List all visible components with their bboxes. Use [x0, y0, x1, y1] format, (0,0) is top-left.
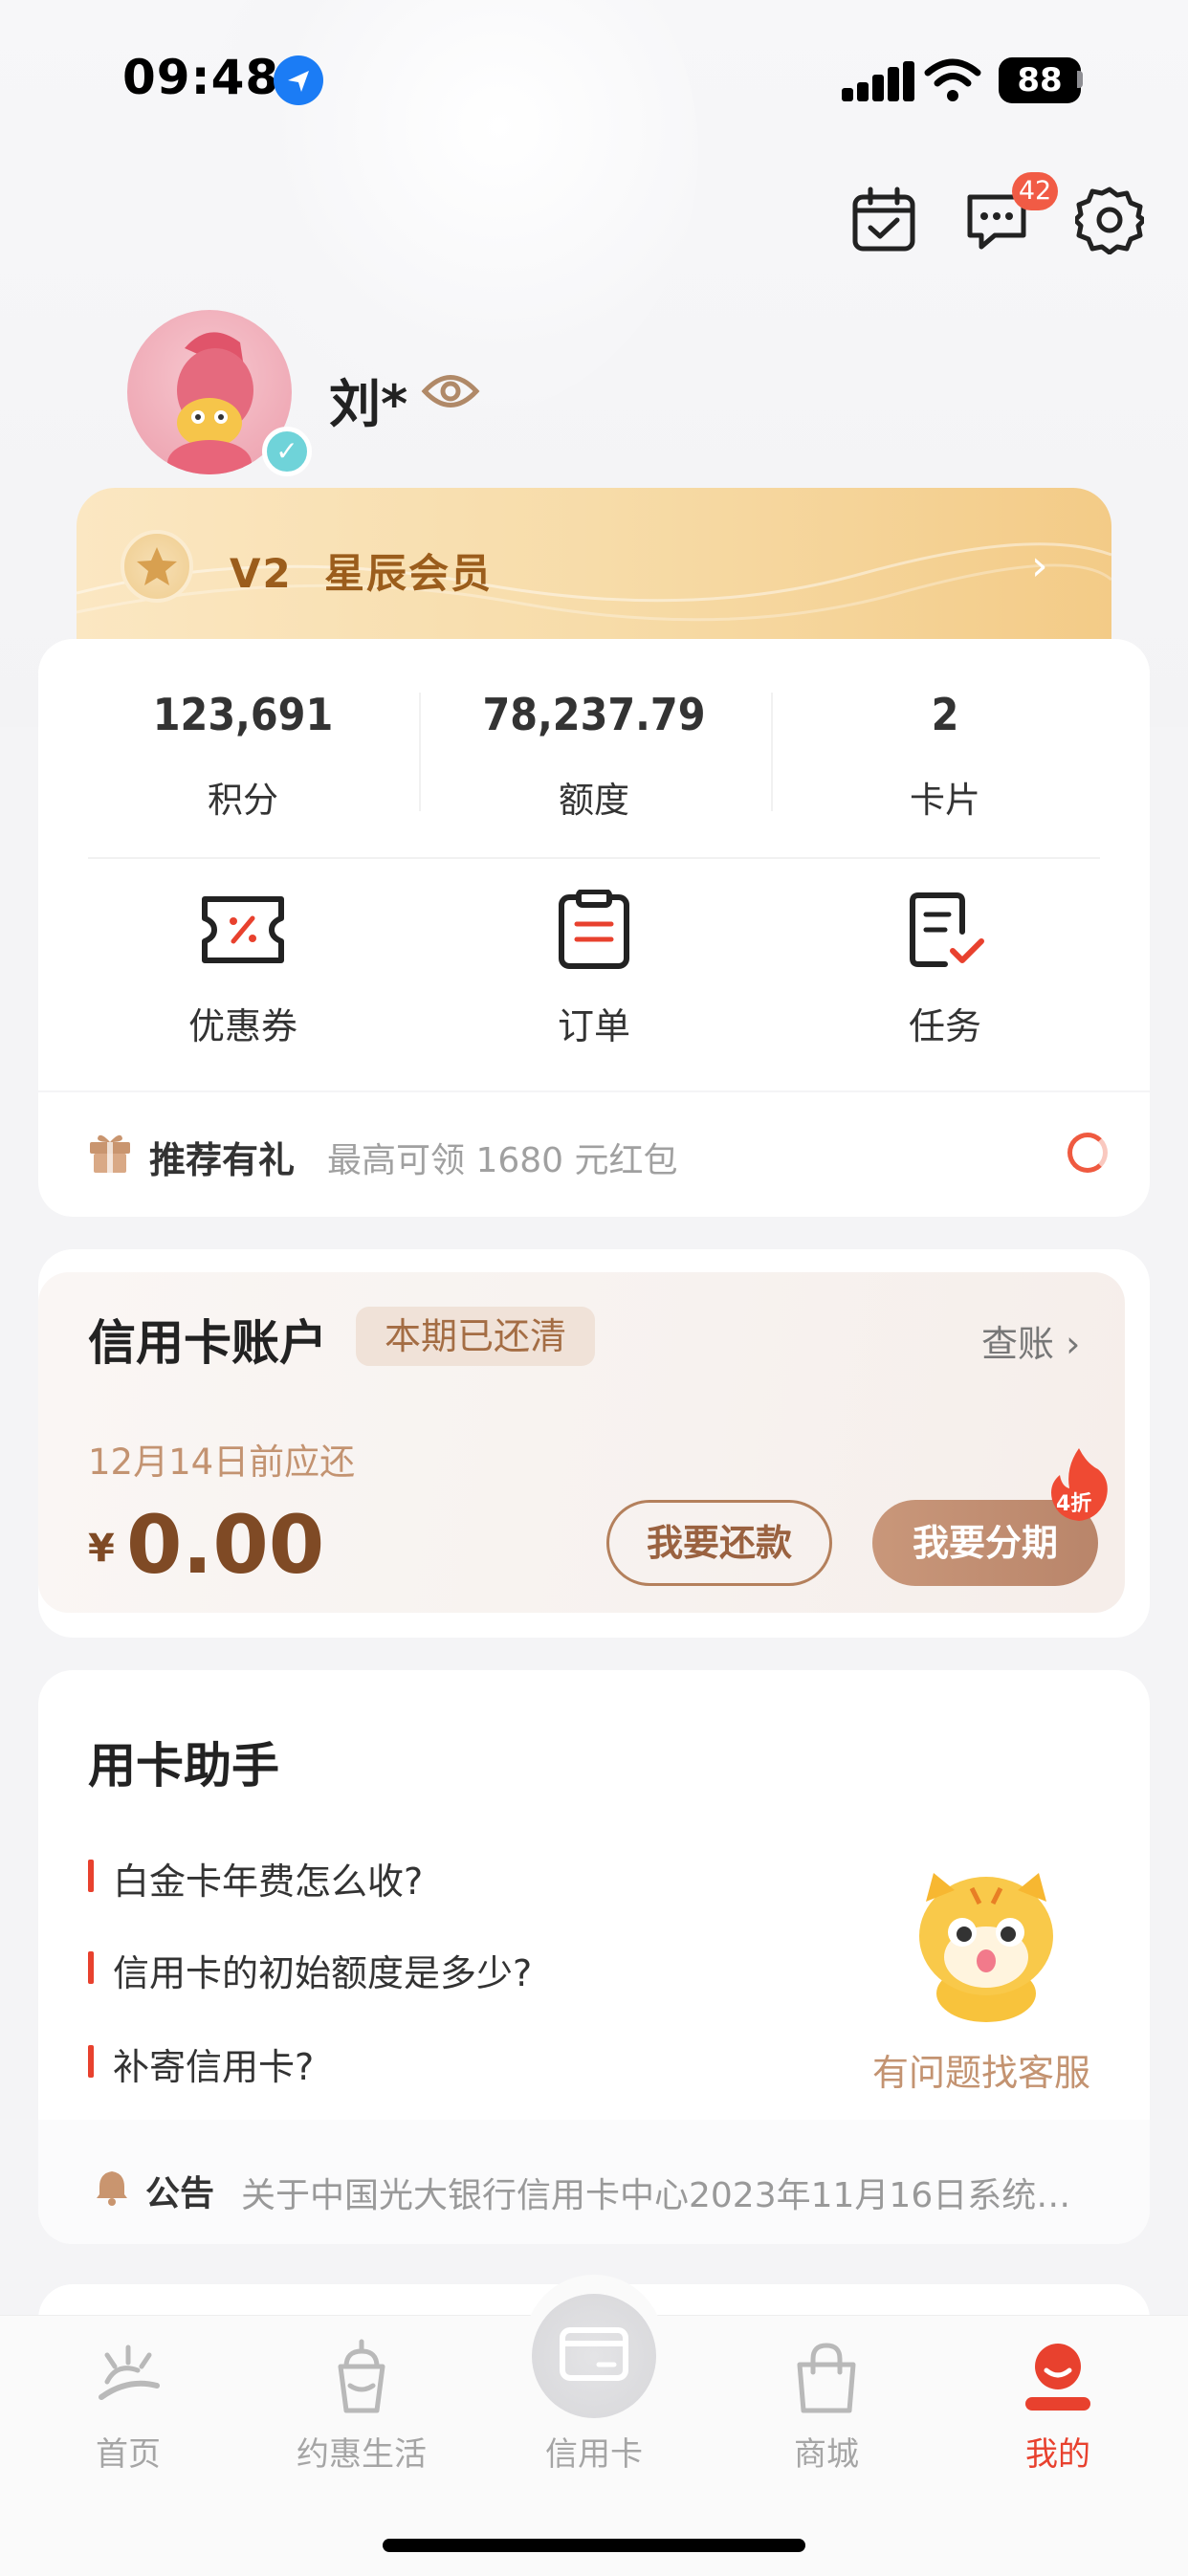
coupon-icon[interactable]	[197, 890, 289, 970]
recommend-subtitle: 最高可领 1680 元红包	[327, 1141, 678, 1180]
profile-icon[interactable]	[1018, 2338, 1098, 2418]
order-icon[interactable]	[548, 889, 640, 970]
credit-limit-label: 额度	[559, 780, 629, 821]
tab-credit-card[interactable]	[532, 2294, 656, 2418]
customer-service-link[interactable]: 有问题找客服	[872, 2043, 1090, 2096]
battery-indicator: 88	[999, 57, 1081, 103]
tab-credit-card-label[interactable]: 信用卡	[498, 2428, 690, 2475]
cards-label: 卡片	[910, 780, 980, 821]
faq-item[interactable]: 补寄信用卡?	[113, 2037, 314, 2090]
verified-check-icon: ✓	[262, 427, 312, 476]
location-icon	[274, 55, 323, 105]
settings-gear-icon[interactable]	[1072, 186, 1147, 255]
due-amount: 0.00	[126, 1498, 325, 1592]
currency-symbol: ¥	[88, 1527, 115, 1571]
home-indicator	[383, 2539, 805, 2552]
tab-mall[interactable]: 商城	[731, 2428, 922, 2475]
member-tier: 星辰会员	[323, 550, 493, 597]
divider	[88, 857, 1100, 859]
list-bullet	[88, 1951, 94, 1984]
user-name: 刘*	[329, 374, 408, 434]
list-bullet	[88, 1860, 94, 1892]
member-star-icon	[121, 530, 193, 603]
loading-ring-icon	[1067, 1133, 1108, 1173]
points-label: 积分	[208, 780, 278, 821]
battery-tip	[1077, 71, 1083, 88]
cup-icon[interactable]	[321, 2338, 402, 2418]
repay-button[interactable]: 我要还款	[606, 1500, 832, 1586]
tab-lifestyle[interactable]: 约惠生活	[266, 2428, 457, 2475]
notice-text[interactable]: 关于中国光大银行信用卡中心2023年11月16日系统维护的公告	[241, 2168, 1092, 2217]
credit-limit-value[interactable]: 78,237.79	[422, 689, 766, 740]
member-level: V2 星辰会员	[230, 541, 493, 600]
notice-title: 公告	[145, 2174, 215, 2213]
status-time: 09:48	[122, 50, 280, 105]
message-badge: 42	[1012, 172, 1058, 210]
chevron-right-icon: ›	[1031, 541, 1048, 590]
eye-toggle-icon[interactable]	[421, 367, 480, 415]
faq-item[interactable]: 白金卡年费怎么收?	[113, 1852, 423, 1904]
credit-account-title: 信用卡账户	[88, 1315, 327, 1371]
due-date: 12月14日前应还	[88, 1442, 356, 1483]
tab-mine[interactable]: 我的	[962, 2428, 1154, 2475]
cellular-signal-icon	[842, 61, 916, 101]
discount-badge: 4折	[1056, 1492, 1092, 1516]
calendar-checkin-icon[interactable]	[849, 186, 918, 254]
tab-home[interactable]: 首页	[33, 2428, 224, 2475]
member-level-code: V2	[230, 550, 293, 597]
status-badge: 本期已还清	[356, 1307, 595, 1366]
cards-value[interactable]: 2	[773, 689, 1117, 740]
bag-icon[interactable]	[786, 2338, 867, 2418]
home-sun-icon[interactable]	[88, 2338, 168, 2418]
points-value[interactable]: 123,691	[71, 689, 415, 740]
divider	[419, 693, 421, 811]
task-label: 任务	[908, 1005, 981, 1047]
task-icon[interactable]	[899, 890, 991, 970]
tiger-mascot-icon	[905, 1861, 1067, 2024]
wifi-icon	[924, 57, 981, 103]
bell-icon	[96, 2169, 128, 2206]
divider	[771, 693, 773, 811]
check-bill-link[interactable]: 查账 ›	[981, 1314, 1080, 1367]
gift-icon	[88, 1129, 132, 1175]
recommend-title: 推荐有礼	[149, 1139, 296, 1181]
faq-item[interactable]: 信用卡的初始额度是多少?	[113, 1944, 532, 1996]
coupon-label: 优惠券	[187, 1005, 297, 1047]
list-bullet	[88, 2045, 94, 2078]
order-label: 订单	[557, 1005, 630, 1047]
assistant-title: 用卡助手	[88, 1738, 279, 1794]
